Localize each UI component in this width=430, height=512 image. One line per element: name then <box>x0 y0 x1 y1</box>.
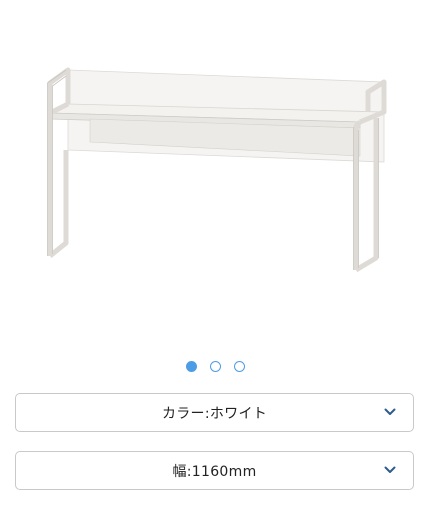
color-select-label: カラー:ホワイト <box>161 405 268 422</box>
width-select-label: 幅:1160mm <box>172 463 257 480</box>
width-select[interactable]: 幅:1160mm <box>15 451 414 490</box>
color-select[interactable]: カラー:ホワイト <box>15 393 414 432</box>
carousel-dot-2[interactable] <box>209 361 221 372</box>
product-image <box>47 67 387 273</box>
carousel-pager <box>0 361 430 375</box>
carousel-dot-1[interactable] <box>185 361 197 372</box>
carousel-dot-3[interactable] <box>233 361 245 372</box>
chevron-down-icon <box>384 408 396 415</box>
product-detail-page: カラー:ホワイト 幅:1160mm <box>0 0 430 512</box>
chevron-down-icon <box>384 466 396 473</box>
